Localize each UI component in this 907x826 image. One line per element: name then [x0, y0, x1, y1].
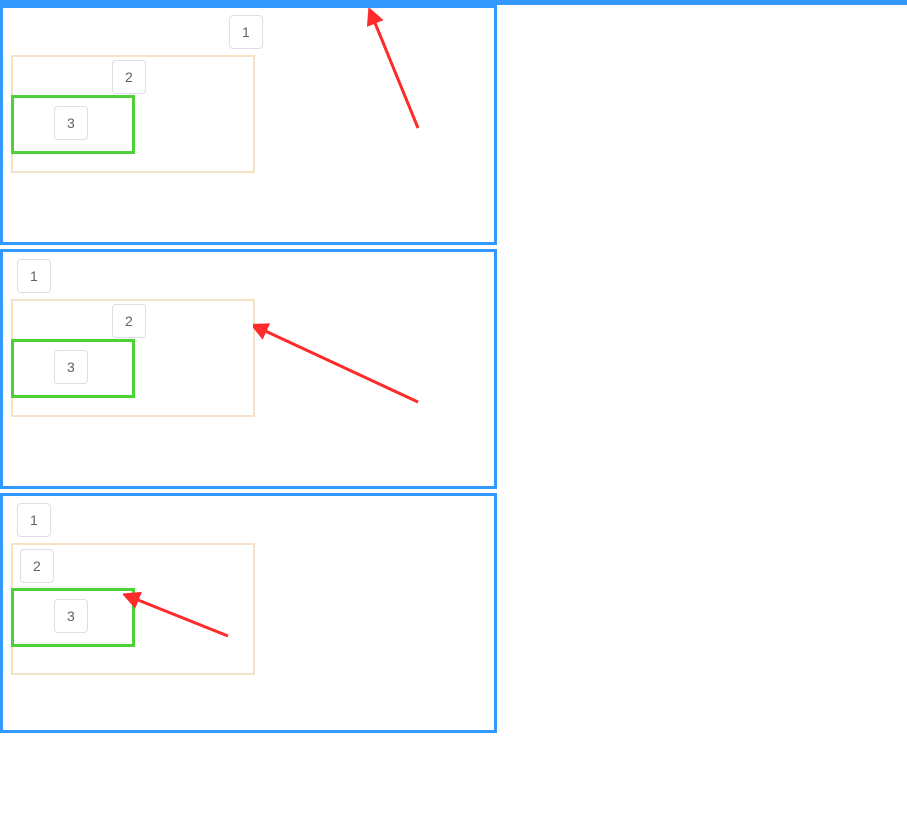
button-3-p3[interactable]: 3 [54, 599, 88, 633]
button-1-p3[interactable]: 1 [17, 503, 51, 537]
button-2-p2[interactable]: 2 [112, 304, 146, 338]
box-3-p1: 3 [11, 95, 135, 154]
button-1-label: 1 [30, 512, 38, 528]
box-3-p3: 3 [11, 588, 135, 647]
button-1-p2[interactable]: 1 [17, 259, 51, 293]
panel-2: 1 2 3 [0, 249, 497, 489]
box-3-p2: 3 [11, 339, 135, 398]
panel-3: 1 2 3 [0, 493, 497, 733]
button-1-label: 1 [242, 24, 250, 40]
box-2-p2: 2 3 [11, 299, 255, 417]
button-2-label: 2 [125, 313, 133, 329]
button-2-label: 2 [33, 558, 41, 574]
button-1-label: 1 [30, 268, 38, 284]
box-2-p1: 2 3 [11, 55, 255, 173]
button-3-p1[interactable]: 3 [54, 106, 88, 140]
box-2-p3: 2 3 [11, 543, 255, 675]
button-3-label: 3 [67, 359, 75, 375]
arrow-p2 [253, 322, 433, 412]
button-3-label: 3 [67, 115, 75, 131]
panel-1: 1 2 3 [0, 5, 497, 245]
button-2-p1[interactable]: 2 [112, 60, 146, 94]
button-3-p2[interactable]: 3 [54, 350, 88, 384]
button-2-p3[interactable]: 2 [20, 549, 54, 583]
button-3-label: 3 [67, 608, 75, 624]
panels-column: 1 2 3 1 2 [0, 5, 497, 733]
arrow-p1 [363, 8, 453, 138]
button-1-p1[interactable]: 1 [229, 15, 263, 49]
button-2-label: 2 [125, 69, 133, 85]
